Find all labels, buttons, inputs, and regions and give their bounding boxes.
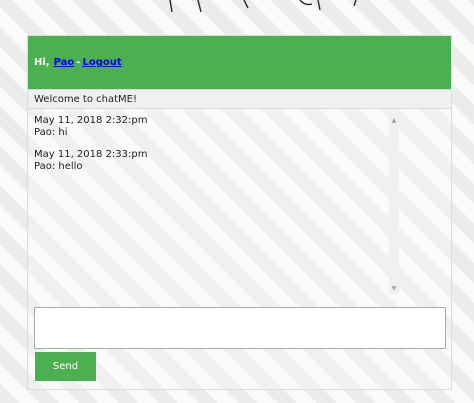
username-link[interactable]: Pao: [54, 57, 75, 68]
message-text: Pao: hello: [34, 161, 83, 172]
scroll-down-arrow-icon[interactable]: ▼: [389, 284, 399, 294]
background-doodle: [169, 0, 357, 12]
chat-panel: Hi, Pao - Logout Welcome to chatME! May …: [27, 35, 452, 390]
message-item: May 11, 2018 2:33:pm Pao: hello: [34, 149, 384, 173]
message-scrollbar[interactable]: ▲ ▼: [389, 116, 399, 294]
message-item: May 11, 2018 2:32:pm Pao: hi: [34, 115, 384, 139]
send-button[interactable]: Send: [35, 352, 96, 381]
message-timestamp: May 11, 2018 2:32:pm: [34, 115, 148, 126]
header-separator: -: [76, 57, 81, 68]
message-input[interactable]: [34, 307, 446, 349]
message-list[interactable]: May 11, 2018 2:32:pm Pao: hi May 11, 201…: [34, 115, 384, 293]
scroll-up-arrow-icon[interactable]: ▲: [389, 116, 399, 126]
welcome-banner: Welcome to chatME!: [28, 89, 451, 109]
greeting-text: Hi,: [34, 57, 50, 68]
message-timestamp: May 11, 2018 2:33:pm: [34, 149, 148, 160]
message-text: Pao: hi: [34, 127, 68, 138]
header-bar: Hi, Pao - Logout: [28, 36, 451, 89]
logout-link[interactable]: Logout: [82, 57, 121, 68]
